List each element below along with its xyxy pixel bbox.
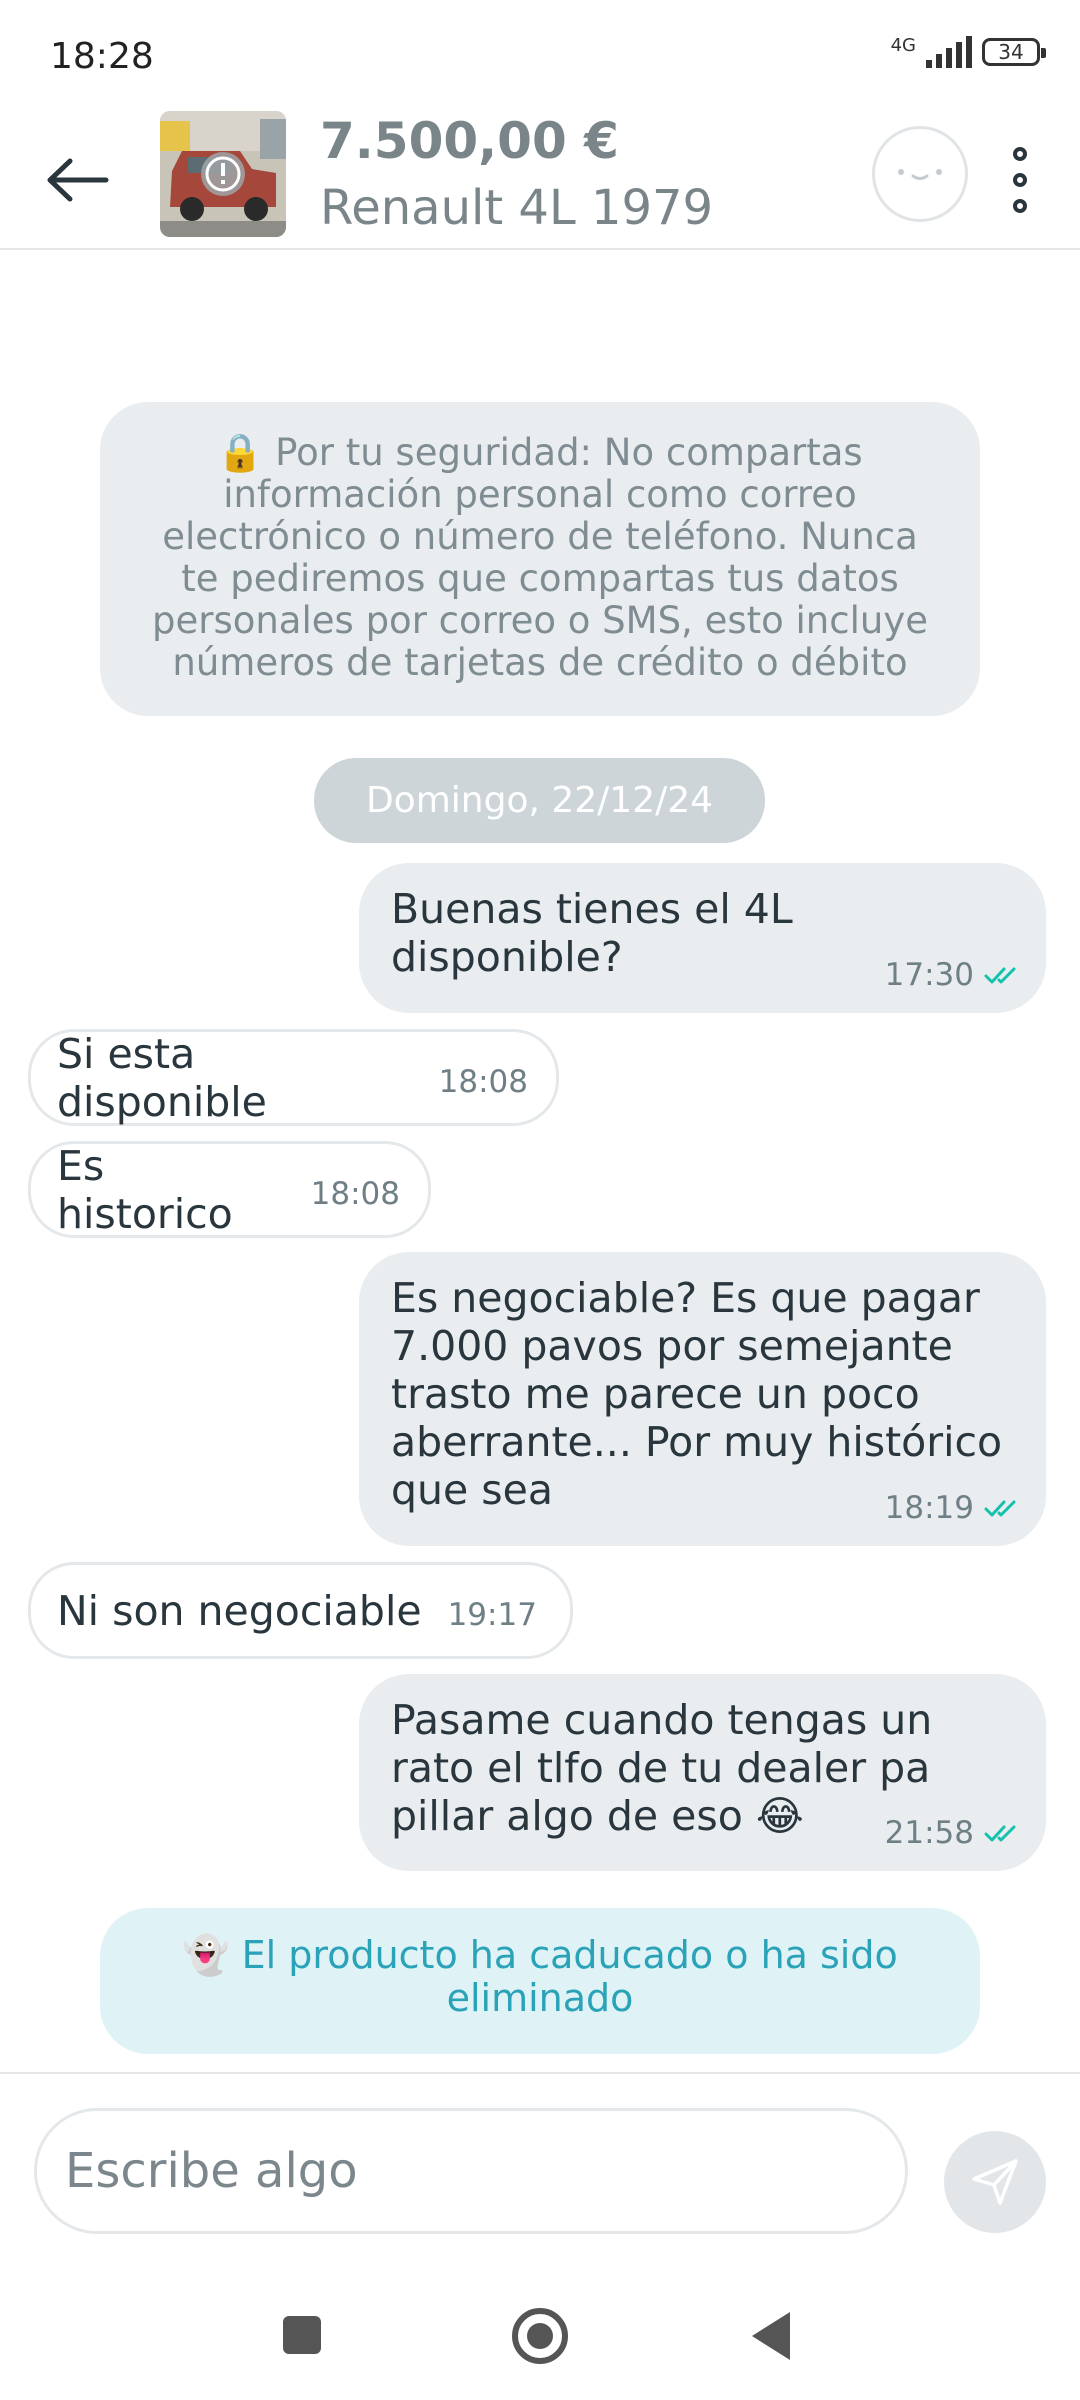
message-bubble-incoming[interactable]: Ni son negociable 19:17 <box>28 1562 573 1659</box>
message-time: 18:19 <box>884 1490 974 1526</box>
product-price[interactable]: 7.500,00 € <box>320 112 619 170</box>
message-text: Es historico <box>57 1141 233 1238</box>
message-meta: 18:19 <box>885 1490 1022 1526</box>
home-icon[interactable] <box>512 2308 568 2364</box>
product-title[interactable]: Renault 4L 1979 <box>320 180 713 236</box>
chat-header: 7.500,00 € Renault 4L 1979 <box>0 110 1080 250</box>
battery-icon: 34 <box>982 38 1046 66</box>
message-time: 21:58 <box>884 1815 974 1851</box>
message-time: 19:17 <box>447 1596 537 1633</box>
product-expired-notice: 👻 El producto ha caducado o ha sido elim… <box>100 1908 980 2054</box>
message-bubble-incoming[interactable]: Es historico 18:08 <box>28 1141 431 1238</box>
double-check-icon <box>984 1500 1016 1517</box>
system-back-icon[interactable] <box>752 2312 790 2360</box>
message-text: Es negociable? Es que pagar 7.000 pavos … <box>391 1274 1003 1514</box>
more-vertical-icon-dot <box>1013 199 1027 213</box>
more-vertical-icon <box>1013 147 1027 161</box>
double-check-icon <box>984 967 1016 984</box>
battery-level: 34 <box>998 40 1024 64</box>
recents-icon[interactable] <box>283 2316 321 2354</box>
product-thumbnail[interactable] <box>160 111 286 237</box>
message-time: 18:08 <box>438 1063 528 1100</box>
security-notice: 🔒 Por tu seguridad: No compartas informa… <box>100 402 980 716</box>
back-button[interactable] <box>38 140 118 220</box>
network-type: 4G <box>890 35 916 56</box>
home-icon-dot <box>527 2323 553 2349</box>
system-navigation-bar <box>0 2270 1080 2400</box>
message-time: 18:08 <box>310 1175 400 1212</box>
status-icons: 4G 34 <box>890 35 1046 68</box>
signal-icon <box>926 36 972 68</box>
message-meta: 17:30 <box>885 957 1022 993</box>
message-text: Si esta disponible <box>57 1029 267 1126</box>
message-bubble-incoming[interactable]: Si esta disponible 18:08 <box>28 1029 559 1126</box>
message-bubble-outgoing[interactable]: Es negociable? Es que pagar 7.000 pavos … <box>359 1252 1046 1546</box>
more-vertical-icon-dot <box>1013 173 1027 187</box>
send-icon <box>972 2159 1018 2205</box>
status-time: 18:28 <box>50 36 154 77</box>
send-button[interactable] <box>944 2131 1046 2233</box>
message-meta: 21:58 <box>885 1815 1022 1851</box>
more-options-button[interactable] <box>990 130 1050 230</box>
arrow-left-icon <box>47 158 109 202</box>
message-time: 17:30 <box>884 957 974 993</box>
message-bubble-outgoing[interactable]: Pasame cuando tengas un rato el tlfo de … <box>359 1674 1046 1871</box>
date-separator: Domingo, 22/12/24 <box>314 758 765 843</box>
status-bar: 18:28 4G 34 <box>0 0 1080 110</box>
user-avatar[interactable] <box>872 126 968 222</box>
message-bubble-outgoing[interactable]: Buenas tienes el 4L disponible? 17:30 <box>359 863 1046 1013</box>
message-input[interactable]: Escribe algo <box>34 2108 908 2234</box>
message-text: Pasame cuando tengas un rato el tlfo de … <box>391 1696 933 1840</box>
message-text: Ni son negociable <box>57 1586 422 1635</box>
avatar-face-icon <box>898 169 942 180</box>
double-check-icon <box>984 1825 1016 1842</box>
car-photo-icon <box>160 111 286 237</box>
composer-divider <box>0 2072 1080 2074</box>
message-text: Buenas tienes el 4L disponible? <box>391 885 793 981</box>
